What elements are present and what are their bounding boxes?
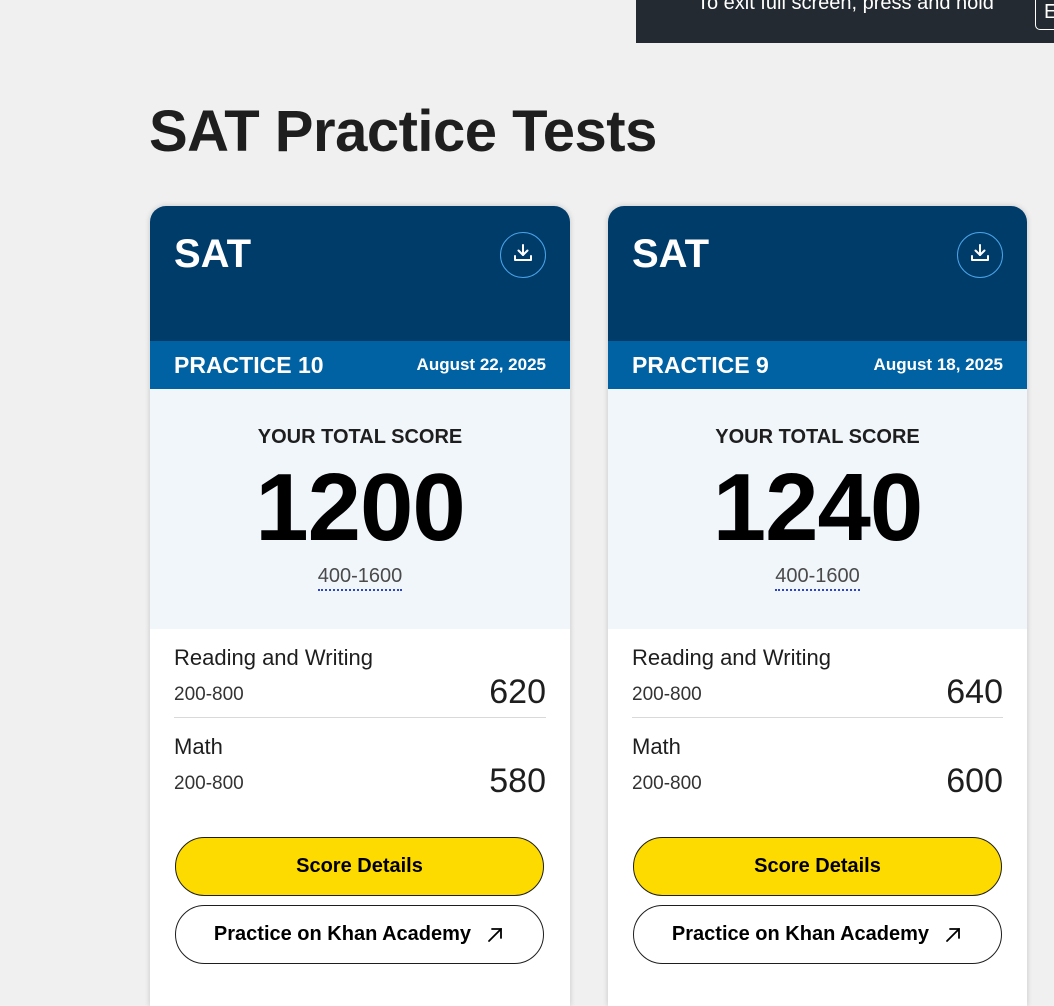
section-range: 200-800 (174, 773, 244, 794)
total-score-range[interactable]: 400-1600 (608, 565, 1027, 591)
external-link-icon (485, 925, 505, 945)
score-details-button[interactable]: Score Details (633, 837, 1002, 896)
practice-date: August 22, 2025 (416, 355, 546, 374)
download-icon (968, 241, 992, 270)
practice-bar: PRACTICE 9 August 18, 2025 (608, 341, 1027, 389)
section-reading-writing: Reading and Writing 200-800 620 (174, 629, 546, 718)
test-name: SAT (174, 232, 252, 276)
section-range: 200-800 (632, 684, 702, 705)
external-link-icon (943, 925, 963, 945)
test-name: SAT (632, 232, 710, 276)
practice-date: August 18, 2025 (873, 355, 1003, 374)
total-score-value: 1200 (255, 454, 466, 561)
khan-academy-label: Practice on Khan Academy (213, 923, 472, 945)
download-button[interactable] (957, 232, 1003, 278)
page-title: SAT Practice Tests (149, 99, 657, 164)
practice-khan-academy-button[interactable]: Practice on Khan Academy (175, 905, 544, 964)
total-score-label: YOUR TOTAL SCORE (715, 426, 920, 448)
section-score: 620 (489, 673, 546, 711)
card-header: SAT (608, 206, 1027, 341)
section-name: Math (174, 734, 223, 759)
section-math: Math 200-800 580 (174, 718, 546, 806)
total-score-panel: YOUR TOTAL SCORE 1200 400-1600 (150, 389, 570, 629)
total-score-range-text[interactable]: 400-1600 (317, 565, 403, 591)
section-name: Math (632, 734, 681, 759)
total-score-range-text[interactable]: 400-1600 (775, 565, 860, 591)
total-score-range[interactable]: 400-1600 (150, 565, 570, 591)
practice-test-card: SAT PRACTICE 10 August 22, 2025 YOUR TOT… (150, 206, 570, 1006)
download-icon (511, 241, 535, 270)
section-score: 640 (946, 673, 1003, 711)
card-header: SAT (150, 206, 570, 341)
section-name: Reading and Writing (632, 645, 831, 670)
section-score: 580 (489, 762, 546, 800)
section-range: 200-800 (174, 684, 244, 705)
fullscreen-exit-notice: To exit full screen, press and hold Esc (636, 0, 1054, 43)
practice-number: PRACTICE 10 (174, 352, 324, 378)
practice-bar: PRACTICE 10 August 22, 2025 (150, 341, 570, 389)
practice-test-card: SAT PRACTICE 9 August 18, 2025 YOUR TOTA… (608, 206, 1027, 1006)
section-reading-writing: Reading and Writing 200-800 640 (632, 629, 1003, 718)
score-details-button[interactable]: Score Details (175, 837, 544, 896)
download-button[interactable] (500, 232, 546, 278)
practice-number: PRACTICE 9 (632, 352, 769, 378)
total-score-label: YOUR TOTAL SCORE (257, 426, 463, 448)
khan-academy-label: Practice on Khan Academy (671, 923, 930, 945)
total-score-value: 1240 (712, 454, 924, 561)
total-score-panel: YOUR TOTAL SCORE 1240 400-1600 (608, 389, 1027, 629)
section-math: Math 200-800 600 (632, 718, 1003, 806)
section-score: 600 (946, 762, 1003, 800)
fullscreen-notice-text: To exit full screen, press and hold (697, 0, 994, 14)
score-details-label: Score Details (296, 855, 423, 877)
section-name: Reading and Writing (174, 645, 373, 670)
score-details-label: Score Details (754, 855, 881, 877)
esc-key-hint: Esc (1035, 0, 1054, 30)
practice-khan-academy-button[interactable]: Practice on Khan Academy (633, 905, 1002, 964)
section-range: 200-800 (632, 773, 702, 794)
